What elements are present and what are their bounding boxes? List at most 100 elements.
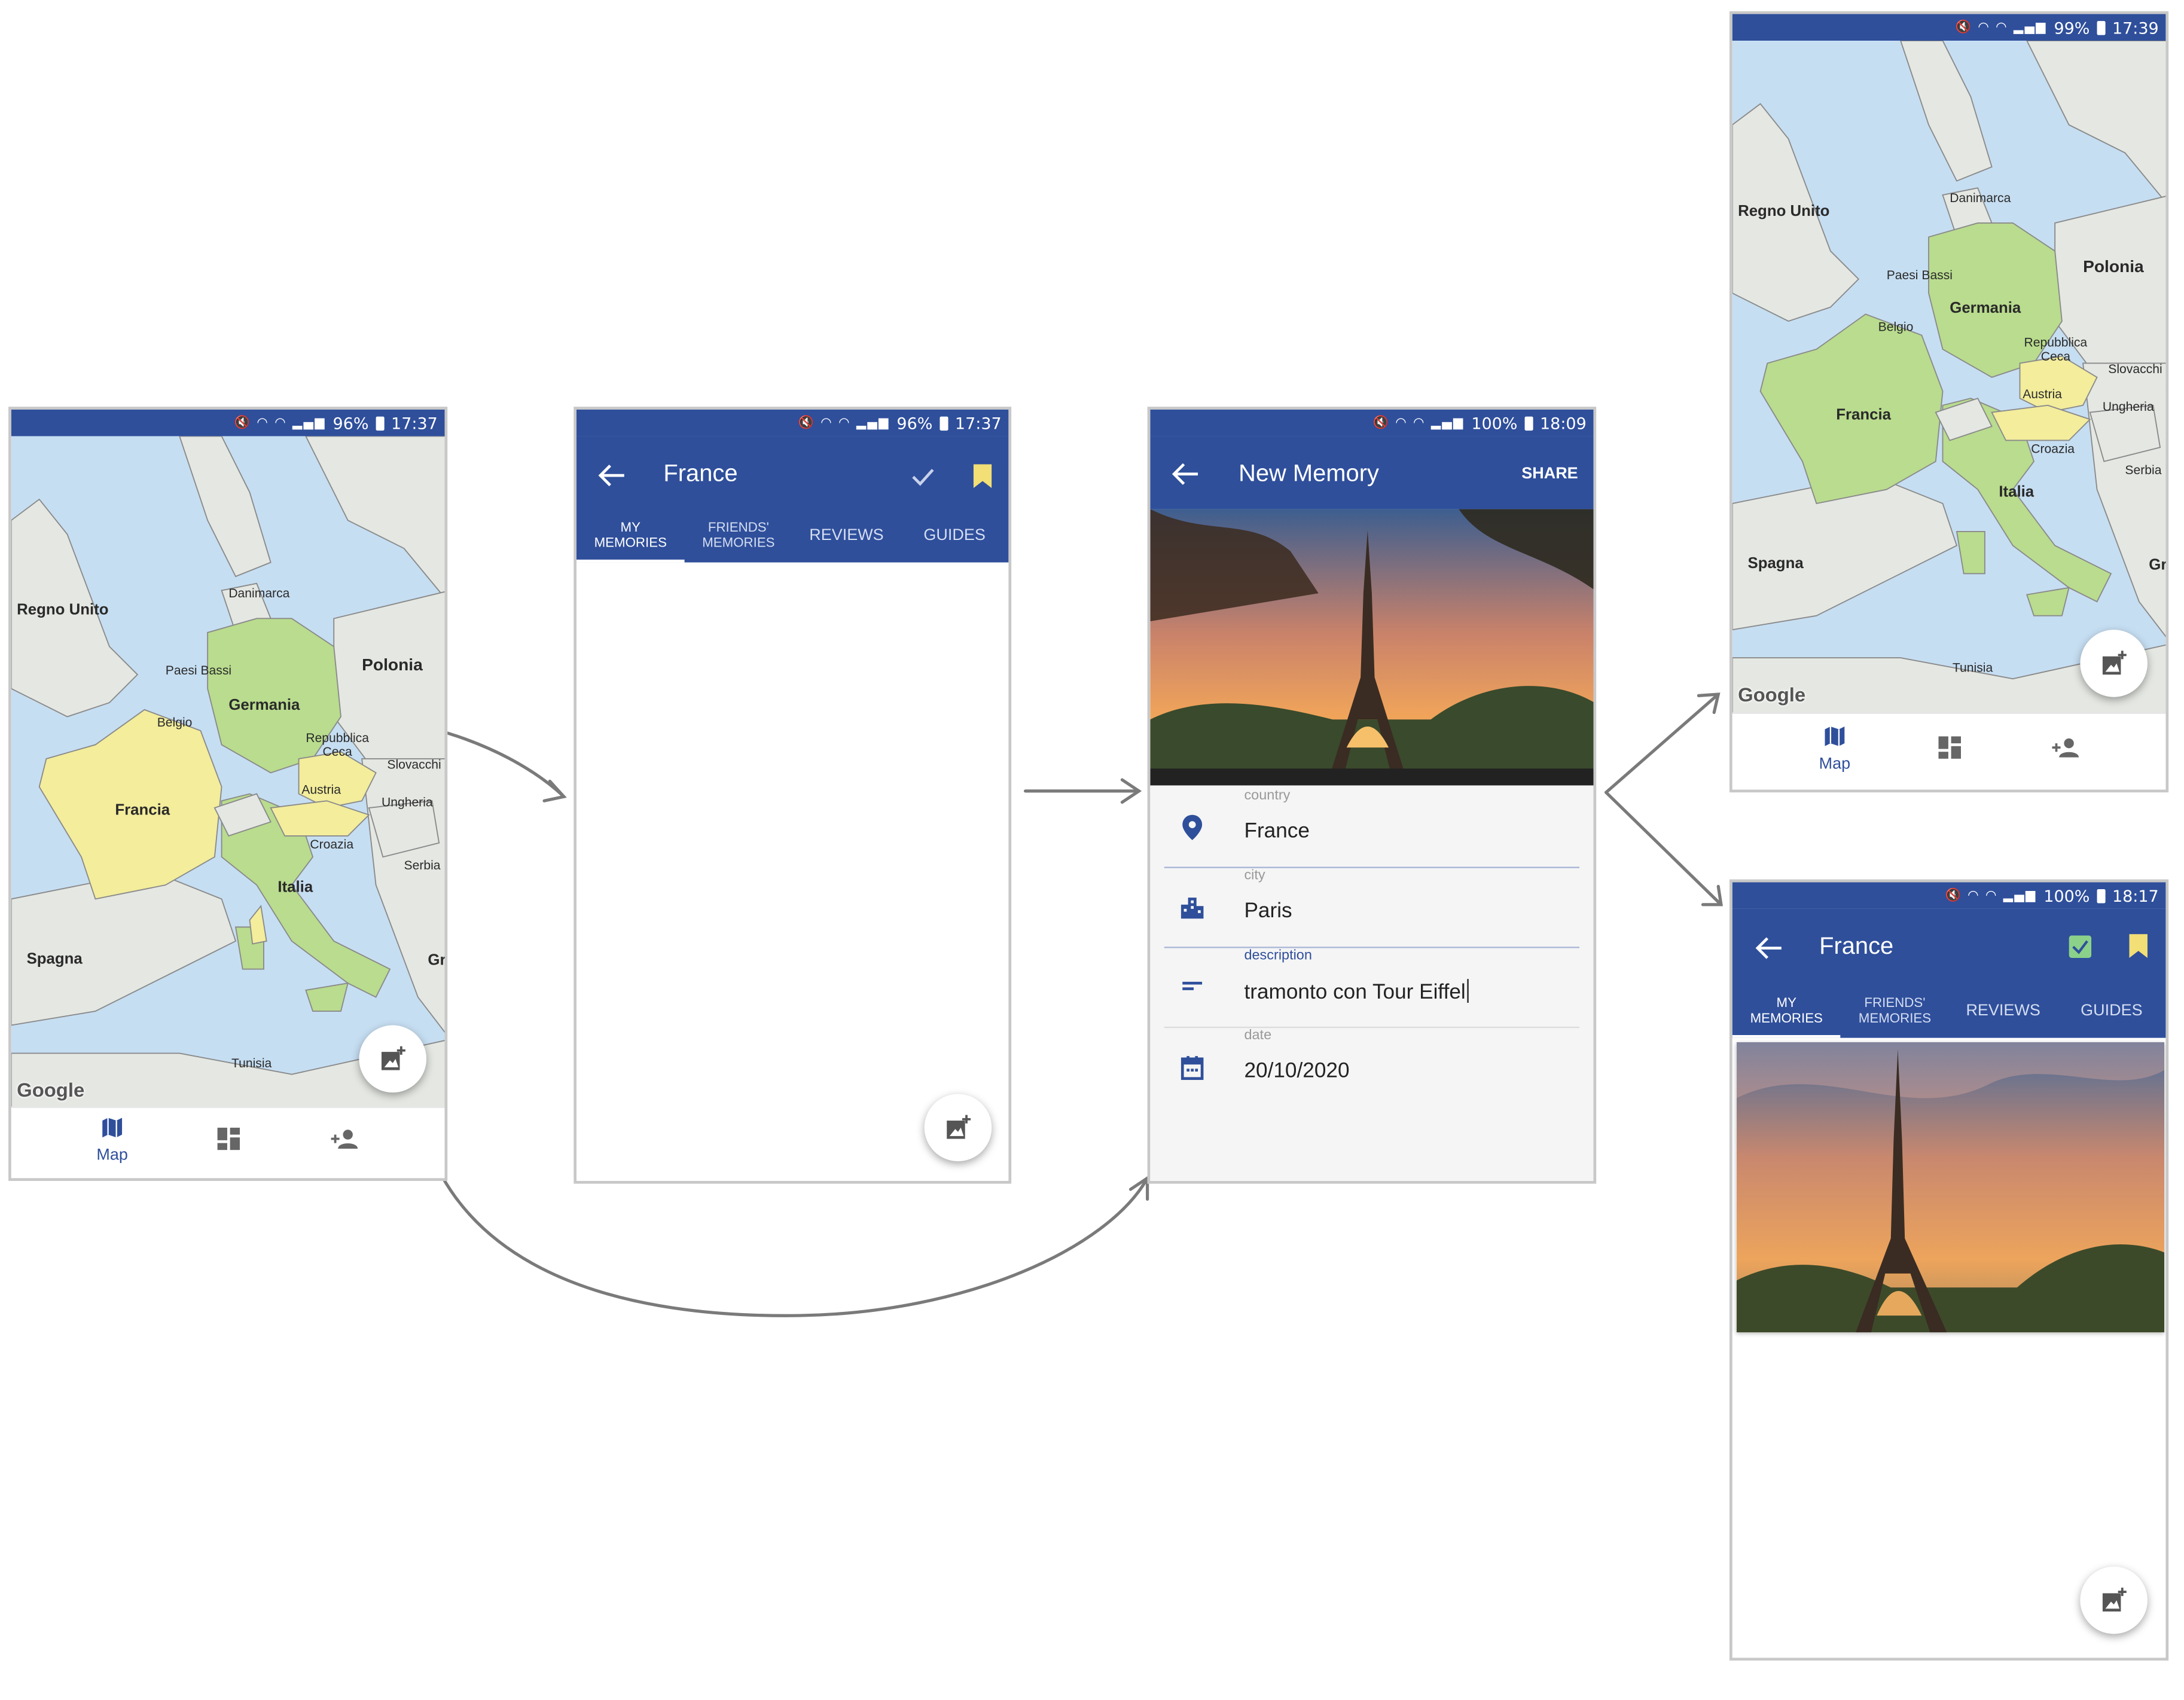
tab-reviews[interactable]: REVIEWS [1949,985,2057,1038]
label-italia: Italia [277,879,313,896]
screen-map-updated: 🔇 ◠ ◠ ▂▄▆ 99% 17:39 Regno Unito Danimarc… [1729,11,2169,793]
add-memory-fab[interactable] [2080,630,2148,697]
label-serbia: Serbia [404,858,441,872]
bottom-navigation: Map [1732,712,2166,790]
screen-map-start: 🔇 ◠ ◠ ▂▄▆ 96% 17:37 Regno Unito Danimarc… [8,407,448,1181]
screen-france-memory: 🔇 ◠ ◠ ▂▄▆ 100% 18:17 France MY MEMORIES … [1729,879,2169,1661]
arrow-to-map-updated [1605,692,1720,794]
label-austria: Austria [301,782,341,797]
label-repubblica-ceca: Repubblica Ceca [306,731,369,759]
nav-add-friend[interactable] [2038,738,2094,765]
description-field[interactable]: description tramonto con Tour Eiffel [1150,948,1593,1028]
add-memory-fab[interactable] [2080,1566,2148,1634]
add-memory-fab[interactable] [924,1094,992,1162]
label-repubblica-ceca: Repubblica Ceca [2024,335,2088,364]
screen-france-empty: 🔇 ◠ ◠ ▂▄▆ 96% 17:37 France MY MEMORIES F… [574,407,1012,1184]
label-ungheria: Ungheria [381,795,433,810]
tab-bar: MY MEMORIES FRIENDS' MEMORIES REVIEWS GU… [1732,985,2166,1038]
label-austria: Austria [2023,387,2062,401]
battery-icon [2097,888,2106,903]
tab-my-memories[interactable]: MY MEMORIES [576,509,685,563]
nav-map-label: Map [1819,756,1851,773]
city-field[interactable]: city Paris [1150,868,1593,948]
check-icon[interactable] [910,467,935,487]
label-slovacchia: Slovacchi [2108,362,2162,376]
status-bar: 🔇 ◠ ◠ ▂▄▆ 100% 18:17 [1732,882,2166,909]
eiffel-tower-photo [1736,1042,2165,1333]
clock: 18:09 [1539,413,1587,433]
battery-icon [1524,416,1533,430]
description-text: tramonto con Tour Eiffel [1244,980,1466,1005]
map-view[interactable]: Regno Unito Danimarca Paesi Bassi German… [1732,41,2166,714]
nav-map[interactable]: Map [84,1116,141,1164]
label-francia: Francia [115,802,170,819]
map-shapes [1732,41,2166,714]
description-value: tramonto con Tour Eiffel [1244,979,1469,1004]
person-add-icon [2052,738,2079,758]
map-shapes [11,436,445,1108]
country-value: France [1244,819,1310,843]
city-icon [1181,898,1204,919]
country-field[interactable]: country France [1150,788,1593,868]
tab-friends-memories[interactable]: FRIENDS' MEMORIES [1841,985,1949,1038]
back-arrow-icon[interactable] [1753,934,1785,962]
date-label: date [1244,1028,1272,1044]
label-paesi-bassi: Paesi Bassi [1886,267,1953,282]
map-icon [1825,726,1845,746]
label-regno-unito: Regno Unito [17,602,109,619]
status-bar: 🔇 ◠ ◠ ▂▄▆ 100% 18:09 [1150,409,1594,437]
label-paesi-bassi: Paesi Bassi [165,663,232,677]
text-cursor [1467,979,1469,1003]
map-icon [102,1118,123,1138]
city-value: Paris [1244,899,1292,923]
date-field[interactable]: date 20/10/2020 [1150,1028,1593,1108]
add-photo-icon [2102,1588,2127,1612]
nav-dashboard[interactable] [1921,736,1978,765]
location-pin-icon [1182,814,1203,840]
label-belgio: Belgio [1878,319,1914,334]
memory-card[interactable] [1736,1042,2165,1333]
app-bar: France MY MEMORIES FRIENDS' MEMORIES REV… [1732,908,2166,1038]
dashboard-icon [217,1127,240,1150]
label-spagna: Spagna [1747,555,1804,572]
nav-add-friend[interactable] [317,1129,373,1156]
description-label: description [1244,948,1312,964]
share-button[interactable]: SHARE [1521,466,1578,483]
label-serbia: Serbia [2125,463,2162,477]
clock: 17:39 [2112,17,2159,38]
tab-reviews[interactable]: REVIEWS [792,509,901,562]
tab-my-memories[interactable]: MY MEMORIES [1732,985,1841,1038]
page-title: New Memory [1239,460,1379,487]
status-icons: 🔇 ◠ ◠ ▂▄▆ [1955,20,2047,35]
clock: 18:17 [2112,886,2159,906]
bookmark-icon[interactable] [2129,934,2148,958]
nav-dashboard[interactable] [200,1127,257,1157]
add-memory-fab[interactable] [359,1025,427,1093]
country-label: country [1244,788,1291,804]
tab-guides[interactable]: GUIDES [901,509,1009,562]
status-icons: 🔇 ◠ ◠ ▂▄▆ [234,416,326,430]
bookmark-icon[interactable] [973,464,992,489]
checked-box-icon[interactable] [2069,935,2092,958]
tab-friends-memories[interactable]: FRIENDS' MEMORIES [685,509,793,562]
battery-text: 99% [2054,17,2090,38]
label-gr: Gr [2149,557,2166,574]
date-value: 20/10/2020 [1244,1058,1350,1083]
clock: 17:37 [391,413,438,433]
label-danimarca: Danimarca [228,586,290,600]
add-photo-icon [947,1115,971,1139]
memory-photo [1150,509,1594,786]
back-arrow-icon[interactable] [1170,460,1201,488]
form: country France city Paris description tr… [1150,785,1594,1181]
tab-guides[interactable]: GUIDES [2057,985,2165,1038]
calendar-icon [1181,1056,1204,1081]
label-germania: Germania [1950,300,2021,318]
back-arrow-icon[interactable] [596,462,627,490]
clock: 17:37 [954,413,1002,433]
map-view[interactable]: Regno Unito Danimarca Paesi Bassi German… [11,436,445,1108]
nav-map[interactable]: Map [1807,725,1863,773]
dashboard-icon [1938,736,1962,759]
status-icons: 🔇 ◠ ◠ ▂▄▆ [798,416,890,430]
battery-text: 100% [1471,413,1518,433]
label-croazia: Croazia [2031,441,2075,456]
